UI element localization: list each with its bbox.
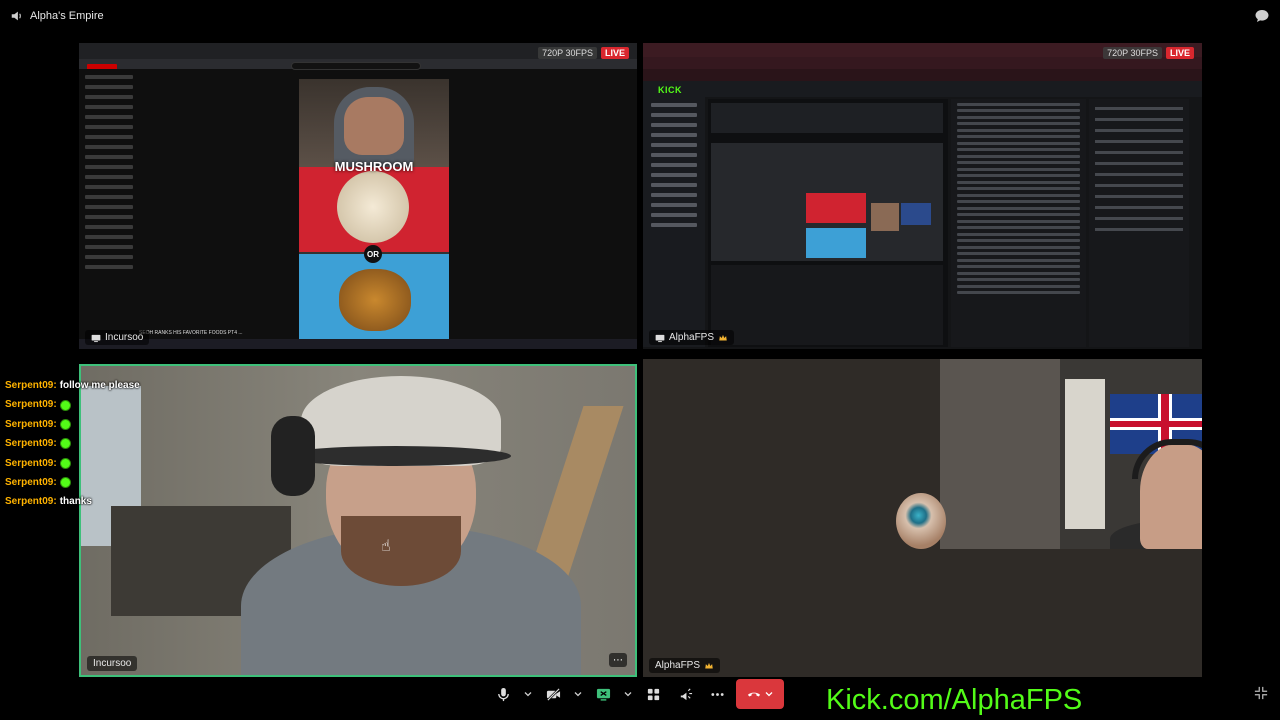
chat-username: Serpent09: xyxy=(5,399,57,411)
chat-message: Serpent09: xyxy=(5,434,185,453)
participant-name: AlphaFPS xyxy=(655,660,701,671)
video-tile-alphafps[interactable]: AlphaFPS xyxy=(643,359,1202,677)
kick-channel-link: Kick.com/AlphaFPS xyxy=(826,684,1083,716)
mouse-cursor-icon: ☝ xyxy=(381,538,391,555)
kick-emote-icon xyxy=(59,477,71,489)
chat-username: Serpent09: xyxy=(5,496,57,508)
share-options-caret[interactable] xyxy=(622,681,634,707)
kick-header xyxy=(643,81,1202,97)
crown-icon xyxy=(705,662,713,668)
kick-emote-icon xyxy=(59,419,71,431)
or-badge: OR xyxy=(364,245,382,263)
stream-badges: 720P 30FPS LIVE xyxy=(538,47,629,59)
webcam-person xyxy=(231,376,591,675)
video-overlay-text: MUSHROOM xyxy=(334,159,414,174)
browser-bookmarks-bar xyxy=(643,69,1202,81)
screen-share-tile-alphafps[interactable]: KICK 720P 30FPS LIVE AlphaFPS xyxy=(643,43,1202,349)
exit-fullscreen-icon[interactable] xyxy=(1254,686,1268,700)
more-dots-icon[interactable]: ⋯ xyxy=(609,653,627,667)
activities-button[interactable] xyxy=(640,681,666,707)
chevron-down-icon xyxy=(524,692,532,697)
resolution-badge: 720P 30FPS xyxy=(538,47,597,59)
phone-hangup-icon xyxy=(747,692,761,697)
chat-message: Serpent09: xyxy=(5,473,185,492)
chevron-down-icon xyxy=(574,692,582,697)
chat-message: Serpent09: follow me please xyxy=(5,376,185,395)
chevron-down-icon xyxy=(765,692,773,697)
top-bar: Alpha's Empire xyxy=(0,0,1280,32)
participant-name: Incursoo xyxy=(105,332,144,343)
disconnect-button[interactable] xyxy=(736,679,784,709)
chat-text: thanks xyxy=(59,496,92,508)
eye-avatar-image xyxy=(896,493,946,549)
resolution-badge: 720P 30FPS xyxy=(1103,47,1162,59)
pasta-dish xyxy=(337,171,409,243)
room-door xyxy=(1065,379,1105,529)
kick-stream-preview xyxy=(711,143,943,261)
youtube-sidebar xyxy=(79,69,139,339)
stream-badges: 720P 30FPS LIVE xyxy=(1103,47,1194,59)
camera-options-caret[interactable] xyxy=(572,681,584,707)
participant-name: AlphaFPS xyxy=(669,332,715,343)
screen-share-icon xyxy=(91,334,101,342)
kick-activity-feed xyxy=(711,265,943,345)
kick-chat-panel xyxy=(951,99,1086,347)
chat-username: Serpent09: xyxy=(5,380,57,391)
chevron-down-icon xyxy=(624,692,632,697)
microphone-button[interactable] xyxy=(490,681,516,707)
chat-username: Serpent09: xyxy=(5,418,57,430)
kick-stream-info-panel xyxy=(1089,99,1189,347)
video-person-face xyxy=(344,97,404,155)
screen-share-tile-incursoo[interactable]: MUSHROOM OR SEOH RANKS HIS FAVORITE FOOD… xyxy=(79,43,637,349)
camera-button[interactable] xyxy=(540,681,566,707)
more-dots-icon xyxy=(710,692,724,696)
clothes-closet xyxy=(940,359,1060,549)
participant-name-tag: Incursoo xyxy=(85,330,150,345)
chat-message: Serpent09: thanks xyxy=(5,492,185,511)
kick-dashboard-sidebar xyxy=(643,97,705,347)
kick-session-stats xyxy=(711,103,943,133)
live-badge: LIVE xyxy=(600,47,629,59)
call-controls xyxy=(490,679,784,709)
screen-share-button[interactable] xyxy=(590,681,616,707)
mic-options-caret[interactable] xyxy=(522,681,534,707)
speaker-icon xyxy=(11,11,21,21)
more-options-button[interactable] xyxy=(704,681,730,707)
screen-share-icon xyxy=(596,688,610,701)
crown-icon xyxy=(719,334,727,340)
chat-message: Serpent09: xyxy=(5,395,185,414)
participant-name-tag: AlphaFPS xyxy=(649,330,735,345)
live-badge: LIVE xyxy=(1165,47,1194,59)
youtube-search-bar xyxy=(291,62,421,70)
soundboard-icon xyxy=(680,687,692,700)
soundboard-button[interactable] xyxy=(672,681,698,707)
chat-username: Serpent09: xyxy=(5,457,57,469)
kick-emote-icon xyxy=(59,438,71,450)
microphone-icon xyxy=(497,687,509,701)
chat-username: Serpent09: xyxy=(5,438,57,450)
participant-name-tag: AlphaFPS xyxy=(649,658,721,673)
video-caption: SEOH RANKS HIS FAVORITE FOODS PT4 ... xyxy=(139,330,243,336)
chat-bubble-icon[interactable] xyxy=(1254,8,1270,24)
chat-username: Serpent09: xyxy=(5,477,57,489)
chat-text: follow me please xyxy=(59,380,140,391)
camera-off-icon xyxy=(546,687,560,701)
chat-message: Serpent09: xyxy=(5,454,185,473)
kick-emote-icon xyxy=(59,457,71,469)
windows-taskbar xyxy=(79,339,637,349)
chat-message: Serpent09: xyxy=(5,415,185,434)
webcam-feed xyxy=(940,359,1202,549)
kick-logo: KICK xyxy=(658,85,682,95)
channel-title: Alpha's Empire xyxy=(30,10,104,22)
screen-share-icon xyxy=(655,334,665,342)
youtube-short-video: MUSHROOM OR xyxy=(299,79,449,341)
participant-name-tag: Incursoo xyxy=(87,656,138,671)
participant-name: Incursoo xyxy=(93,658,132,669)
kick-emote-icon xyxy=(59,399,71,411)
chat-overlay: Serpent09: follow me please Serpent09: S… xyxy=(5,376,185,512)
chicken-dish xyxy=(339,269,411,331)
activities-icon xyxy=(647,688,659,700)
